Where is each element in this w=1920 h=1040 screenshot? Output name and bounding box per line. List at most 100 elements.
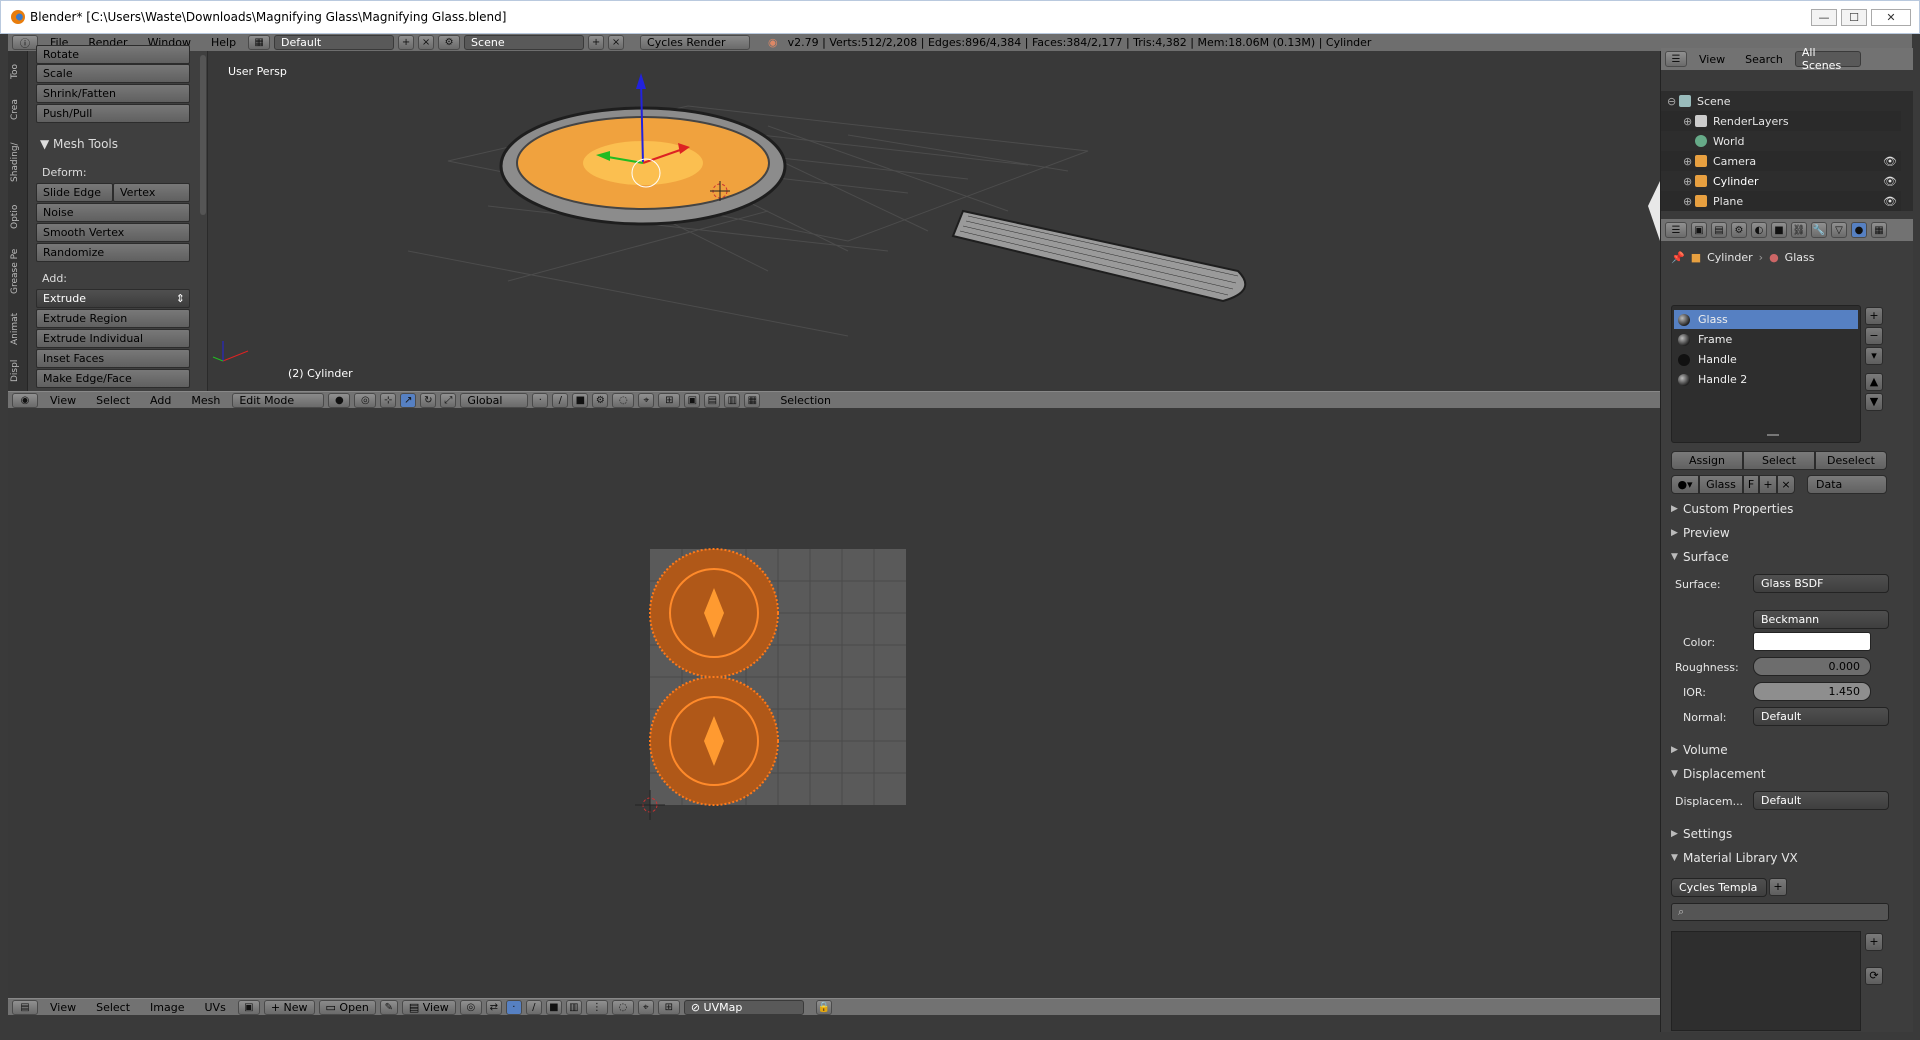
smooth-vertex-button[interactable]: Smooth Vertex (36, 223, 190, 242)
layout-field[interactable]: Default (274, 35, 395, 50)
mode-dropdown[interactable]: Edit Mode (232, 392, 325, 408)
expand-icon[interactable]: ⊕ (1683, 195, 1695, 208)
material-slot-handle[interactable]: Handle (1674, 350, 1858, 369)
render-engine-dropdown[interactable]: Cycles Render (640, 35, 751, 50)
surface-shader-dropdown[interactable]: Glass BSDF (1753, 574, 1889, 593)
scale-icon[interactable]: ⤢ (440, 392, 457, 408)
custom-properties-panel[interactable]: ▶ Custom Properties (1671, 499, 1896, 519)
tab-animation[interactable]: Animat (10, 307, 26, 351)
minimize-button[interactable]: — (1811, 9, 1837, 26)
pin-icon[interactable]: 📌 (1671, 251, 1685, 264)
uv-menu-image[interactable]: Image (142, 1001, 192, 1014)
uv-face-mode-icon[interactable]: ■ (545, 999, 562, 1015)
remove-slot-button[interactable]: − (1865, 327, 1883, 345)
randomize-button[interactable]: Randomize (36, 243, 190, 262)
info-editor-icon[interactable]: ⓘ (12, 35, 38, 50)
snap-element-icon[interactable]: ⊞ (658, 392, 681, 408)
add-slot-button[interactable]: + (1865, 307, 1883, 325)
inset-faces-button[interactable]: Inset Faces (36, 349, 190, 368)
render-icon[interactable]: ▤ (704, 392, 721, 408)
texture-tab-icon[interactable]: ▦ (1871, 222, 1887, 238)
vertex-slide-button[interactable]: Vertex (113, 183, 190, 202)
edge-select-icon[interactable]: / (552, 392, 569, 408)
menu-add[interactable]: Add (142, 394, 179, 407)
volume-panel[interactable]: ▶ Volume (1671, 740, 1896, 760)
uv-island-mode-icon[interactable]: ▥ (565, 999, 582, 1015)
outliner-search-menu[interactable]: Search (1737, 53, 1791, 66)
push-pull-button[interactable]: Push/Pull (36, 104, 190, 123)
image-browse-icon[interactable]: ▣ (237, 999, 260, 1015)
uv-sync-icon[interactable]: ⇄ (485, 999, 502, 1015)
menu-select[interactable]: Select (88, 394, 138, 407)
tab-display[interactable]: Displ (10, 355, 26, 387)
properties-editor-icon[interactable]: ☰ (1665, 222, 1687, 238)
material-browse-button[interactable]: ●▾ (1671, 475, 1699, 494)
new-image-button[interactable]: + New (263, 999, 315, 1015)
assign-button[interactable]: Assign (1671, 451, 1743, 470)
uv-snap-element-icon[interactable]: ⊞ (657, 999, 680, 1015)
remove-scene-icon[interactable]: × (608, 35, 625, 50)
slot-specials-button[interactable]: ▾ (1865, 347, 1883, 365)
tab-shading[interactable]: Shading/ (10, 133, 26, 191)
pivot-icon[interactable]: ◎ (354, 392, 377, 408)
lock-icon[interactable]: 🔒 (815, 999, 832, 1015)
material-slot-glass[interactable]: Glass (1674, 310, 1858, 329)
displacement-dropdown[interactable]: Default (1753, 791, 1889, 810)
color-swatch[interactable] (1753, 632, 1871, 651)
uvmap-field[interactable]: ⊘ UVMap (683, 999, 804, 1015)
view-mode-dropdown[interactable]: ▤ View (401, 999, 456, 1015)
scale-button[interactable]: Scale (36, 64, 190, 83)
render-layers-tab-icon[interactable]: ▤ (1711, 222, 1727, 238)
object-tab-icon[interactable]: ■ (1771, 222, 1787, 238)
outliner-item-plane[interactable]: ⊕ Plane 👁 (1661, 191, 1901, 211)
material-tab-icon[interactable]: ● (1851, 222, 1867, 238)
world-tab-icon[interactable]: ◐ (1751, 222, 1767, 238)
add-scene-icon[interactable]: + (588, 35, 605, 50)
proportional-icon[interactable]: ◌ (612, 392, 635, 408)
material-slot-handle-2[interactable]: Handle 2 (1674, 370, 1858, 389)
normal-dropdown[interactable]: Default (1753, 707, 1889, 726)
collapse-icon[interactable]: ⊖ (1667, 95, 1679, 108)
expand-icon[interactable]: ⊕ (1683, 175, 1695, 188)
settings-panel[interactable]: ▶ Settings (1671, 824, 1896, 844)
editor-type-icon[interactable]: ◉ (12, 392, 38, 408)
deselect-button[interactable]: Deselect (1815, 451, 1887, 470)
extrude-dropdown[interactable]: Extrude ⇕ (36, 289, 190, 308)
shrink-fatten-button[interactable]: Shrink/Fatten (36, 84, 190, 103)
library-refresh-button[interactable]: ⟳ (1865, 967, 1883, 985)
slide-edge-button[interactable]: Slide Edge (36, 183, 113, 202)
modifiers-tab-icon[interactable]: 🔧 (1811, 222, 1827, 238)
data-tab-icon[interactable]: ▽ (1831, 222, 1847, 238)
move-slot-down-button[interactable]: ▼ (1865, 393, 1883, 411)
close-button[interactable]: ✕ (1871, 9, 1911, 26)
tab-create[interactable]: Crea (10, 93, 26, 127)
surface-panel[interactable]: ▼ Surface (1671, 547, 1896, 567)
uv-editor-type-icon[interactable]: ▤ (12, 999, 38, 1015)
material-slot-frame[interactable]: Frame (1674, 330, 1858, 349)
fake-user-button[interactable]: F (1743, 475, 1759, 494)
ior-field[interactable]: 1.450 (1753, 682, 1871, 701)
uv-menu-view[interactable]: View (42, 1001, 84, 1014)
layout-icon[interactable]: ▦ (248, 35, 271, 50)
translate-icon[interactable]: ↗ (400, 392, 417, 408)
outliner-view-menu[interactable]: View (1691, 53, 1733, 66)
render-tab-icon[interactable]: ▣ (1691, 222, 1707, 238)
shading-icon[interactable]: ● (328, 392, 351, 408)
preview-panel[interactable]: ▶ Preview (1671, 523, 1896, 543)
uv-edge-mode-icon[interactable]: / (525, 999, 542, 1015)
outliner-item-camera[interactable]: ⊕ Camera 👁 (1661, 151, 1901, 171)
tab-grease-pencil[interactable]: Grease Pe (10, 241, 26, 301)
uv-proportional-icon[interactable]: ◌ (611, 999, 634, 1015)
library-add-button[interactable]: + (1865, 933, 1883, 951)
uv-menu-select[interactable]: Select (88, 1001, 138, 1014)
limit-selection-icon[interactable]: ⚙ (592, 392, 609, 408)
outliner-editor-icon[interactable]: ☰ (1665, 51, 1687, 67)
uv-sticky-icon[interactable]: ⋮ (585, 999, 608, 1015)
snap-target-icon[interactable]: ▣ (684, 392, 701, 408)
library-list[interactable] (1671, 931, 1861, 1031)
new-material-button[interactable]: + (1759, 475, 1777, 494)
pin-icon[interactable]: ✎ (379, 999, 398, 1015)
template-dropdown[interactable]: Cycles Templa (1671, 878, 1767, 897)
uv-snap-icon[interactable]: ⌖ (637, 999, 654, 1015)
camera-visibility-icon[interactable]: 👁 (1883, 155, 1897, 168)
